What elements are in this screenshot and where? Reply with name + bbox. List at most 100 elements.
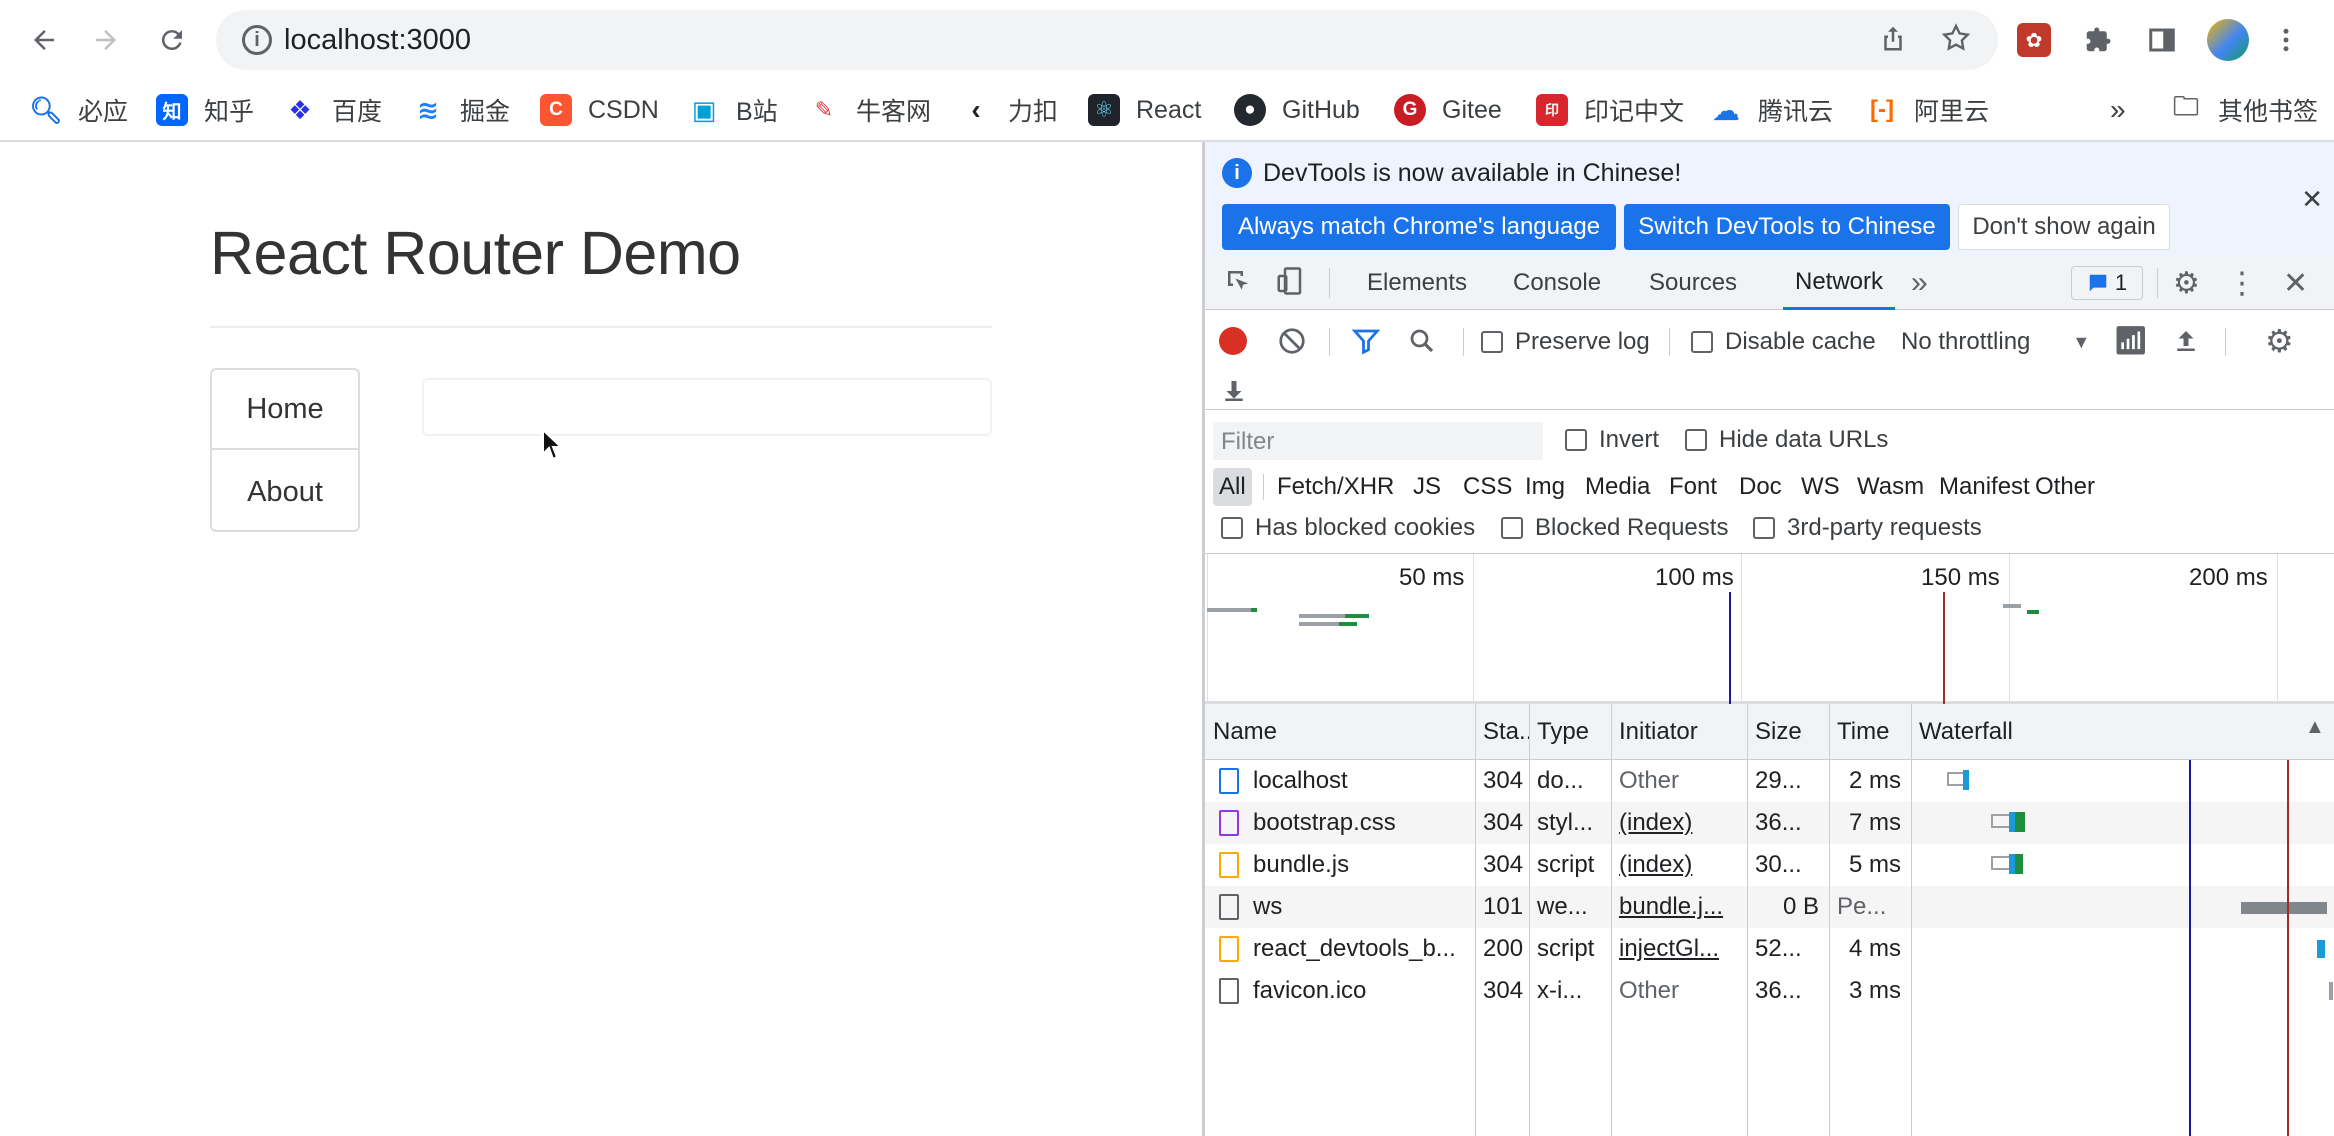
filter-input[interactable]: Filter [1213, 422, 1543, 460]
preserve-log-checkbox[interactable]: Preserve log [1481, 328, 1650, 356]
request-initiator-link[interactable]: bundle.j... [1611, 886, 1747, 928]
column-header-type[interactable]: Type [1529, 704, 1611, 760]
bookmark-juejin[interactable]: ≋ 掘金 [412, 88, 510, 132]
chrome-menu-button[interactable] [2262, 16, 2310, 64]
match-language-button[interactable]: Always match Chrome's language [1222, 204, 1616, 250]
table-row[interactable]: react_devtools_b... 200 script injectGl.… [1205, 928, 2334, 970]
close-devtools-icon[interactable]: ✕ [2283, 266, 2308, 301]
bookmark-zhihu[interactable]: 知知乎 [156, 88, 254, 132]
bookmark-star-icon[interactable] [1940, 22, 1972, 62]
bookmark-baidu[interactable]: ❖ 百度 [284, 88, 382, 132]
column-header-waterfall[interactable]: Waterfall [1911, 704, 2334, 760]
type-filter-css[interactable]: CSS [1457, 468, 1518, 506]
filter-funnel-icon[interactable] [1351, 326, 1381, 361]
type-filter-fetch-xhr[interactable]: Fetch/XHR [1271, 468, 1400, 506]
table-row[interactable]: favicon.ico 304 x-i... Other 36... 3 ms [1205, 970, 2334, 1012]
column-header-size[interactable]: Size [1747, 704, 1829, 760]
tab-sources[interactable]: Sources [1649, 256, 1737, 310]
request-time: 4 ms [1848, 935, 1901, 962]
tencent-cloud-icon: ☁ [1712, 94, 1740, 126]
request-initiator-link[interactable]: (index) [1611, 802, 1747, 844]
bookmark-label: 阿里云 [1914, 98, 1990, 126]
bookmark-bilibili[interactable]: ▣ B站 [688, 88, 778, 132]
back-button[interactable] [20, 16, 68, 64]
bookmark-nowcoder[interactable]: ✎ 牛客网 [808, 88, 931, 132]
type-filter-font[interactable]: Font [1663, 468, 1723, 506]
other-bookmarks-folder[interactable]: 🗀 其他书签 [2170, 88, 2318, 132]
bookmark-tencent-cloud[interactable]: ☁ 腾讯云 [1710, 88, 1833, 132]
request-name: ws [1253, 893, 1283, 920]
bookmark-bing[interactable]: 🔍︎ 必应 [30, 88, 129, 132]
more-options-icon[interactable]: ⋮ [2227, 266, 2257, 301]
bookmark-leetcode[interactable]: ‹ 力扣 [960, 88, 1058, 132]
request-initiator-link[interactable]: injectGl... [1611, 928, 1747, 970]
more-tabs-chevron-icon[interactable]: » [1911, 266, 1928, 300]
has-blocked-cookies-checkbox[interactable]: Has blocked cookies [1221, 514, 1475, 542]
type-filter-other[interactable]: Other [2029, 468, 2101, 506]
bookmark-github[interactable]: ● GitHub [1234, 88, 1360, 132]
dont-show-again-button[interactable]: Don't show again [1958, 204, 2170, 250]
site-info-icon[interactable]: i [242, 25, 272, 55]
nav-link-about[interactable]: About [212, 452, 358, 532]
blocked-requests-checkbox[interactable]: Blocked Requests [1501, 514, 1728, 542]
type-filter-media[interactable]: Media [1579, 468, 1656, 506]
file-icon [1219, 978, 1239, 1004]
issues-badge[interactable]: 1 [2071, 266, 2143, 300]
column-header-name[interactable]: Name [1205, 704, 1475, 760]
tab-console[interactable]: Console [1513, 256, 1601, 310]
type-divider [1263, 474, 1264, 500]
table-row[interactable]: localhost 304 do... Other 29... 2 ms [1205, 760, 2334, 802]
record-icon[interactable] [1219, 327, 1247, 355]
export-har-download-icon[interactable] [1219, 376, 1249, 411]
type-filter-manifest[interactable]: Manifest [1933, 468, 2036, 506]
tab-elements[interactable]: Elements [1367, 256, 1467, 310]
network-conditions-wifi-icon[interactable]: 📶︎ [2113, 324, 2149, 357]
type-filter-doc[interactable]: Doc [1733, 468, 1788, 506]
type-filter-wasm[interactable]: Wasm [1851, 468, 1930, 506]
invert-checkbox[interactable]: Invert [1565, 426, 1659, 454]
side-panel-button[interactable] [2138, 16, 2186, 64]
device-toolbar-icon[interactable] [1275, 266, 1305, 304]
extensions-button[interactable] [2074, 16, 2122, 64]
table-row[interactable]: bootstrap.css 304 styl... (index) 36... … [1205, 802, 2334, 844]
request-initiator-link[interactable]: (index) [1611, 844, 1747, 886]
third-party-requests-checkbox[interactable]: 3rd-party requests [1753, 514, 1982, 542]
import-har-upload-icon[interactable] [2171, 326, 2201, 361]
bookmark-gitee[interactable]: G Gitee [1394, 88, 1502, 132]
type-filter-js[interactable]: JS [1407, 468, 1447, 506]
column-header-initiator[interactable]: Initiator [1611, 704, 1747, 760]
bookmark-csdn[interactable]: C CSDN [540, 88, 659, 132]
bookmark-aliyun[interactable]: [-] 阿里云 [1866, 88, 1989, 132]
nav-link-home[interactable]: Home [212, 370, 358, 450]
type-filter-img[interactable]: Img [1519, 468, 1571, 506]
search-icon[interactable] [1407, 326, 1437, 361]
share-icon[interactable] [1878, 22, 1908, 62]
sort-ascending-icon[interactable]: ▲ [2305, 716, 2325, 739]
bookmark-react[interactable]: ⚛ React [1088, 88, 1201, 132]
throttling-select[interactable]: No throttling ▼ [1901, 328, 2090, 356]
extension-paw-button[interactable]: ✿ [2010, 16, 2058, 64]
column-header-time[interactable]: Time [1829, 704, 1911, 760]
overview-bar-bundle-recv [1339, 622, 1357, 626]
network-overview-timeline[interactable]: 50 ms 100 ms 150 ms 200 ms [1205, 554, 2334, 704]
reload-button[interactable] [148, 16, 196, 64]
column-header-status[interactable]: Sta.. [1475, 704, 1529, 760]
type-filter-all[interactable]: All [1213, 468, 1252, 506]
settings-gear-icon[interactable]: ⚙ [2173, 266, 2200, 301]
close-infobar-icon[interactable]: ✕ [2301, 184, 2323, 215]
clear-icon[interactable] [1277, 326, 1307, 361]
profile-avatar[interactable] [2204, 16, 2252, 64]
switch-language-button[interactable]: Switch DevTools to Chinese [1624, 204, 1950, 250]
bookmarks-overflow-chevron[interactable]: » [2110, 88, 2126, 132]
forward-button[interactable] [82, 16, 130, 64]
hide-data-urls-checkbox[interactable]: Hide data URLs [1685, 426, 1888, 454]
bookmark-docschina[interactable]: 印印记中文 [1536, 88, 1684, 132]
address-bar[interactable]: i localhost:3000 [216, 10, 1998, 70]
tab-network[interactable]: Network [1783, 256, 1896, 310]
table-row[interactable]: bundle.js 304 script (index) 30... 5 ms [1205, 844, 2334, 886]
disable-cache-checkbox[interactable]: Disable cache [1691, 328, 1876, 356]
type-filter-ws[interactable]: WS [1795, 468, 1846, 506]
inspect-element-icon[interactable] [1223, 266, 1253, 304]
network-settings-gear-icon[interactable]: ⚙ [2265, 322, 2294, 360]
table-row[interactable]: ws 101 we... bundle.j... 0 B Pe... [1205, 886, 2334, 928]
